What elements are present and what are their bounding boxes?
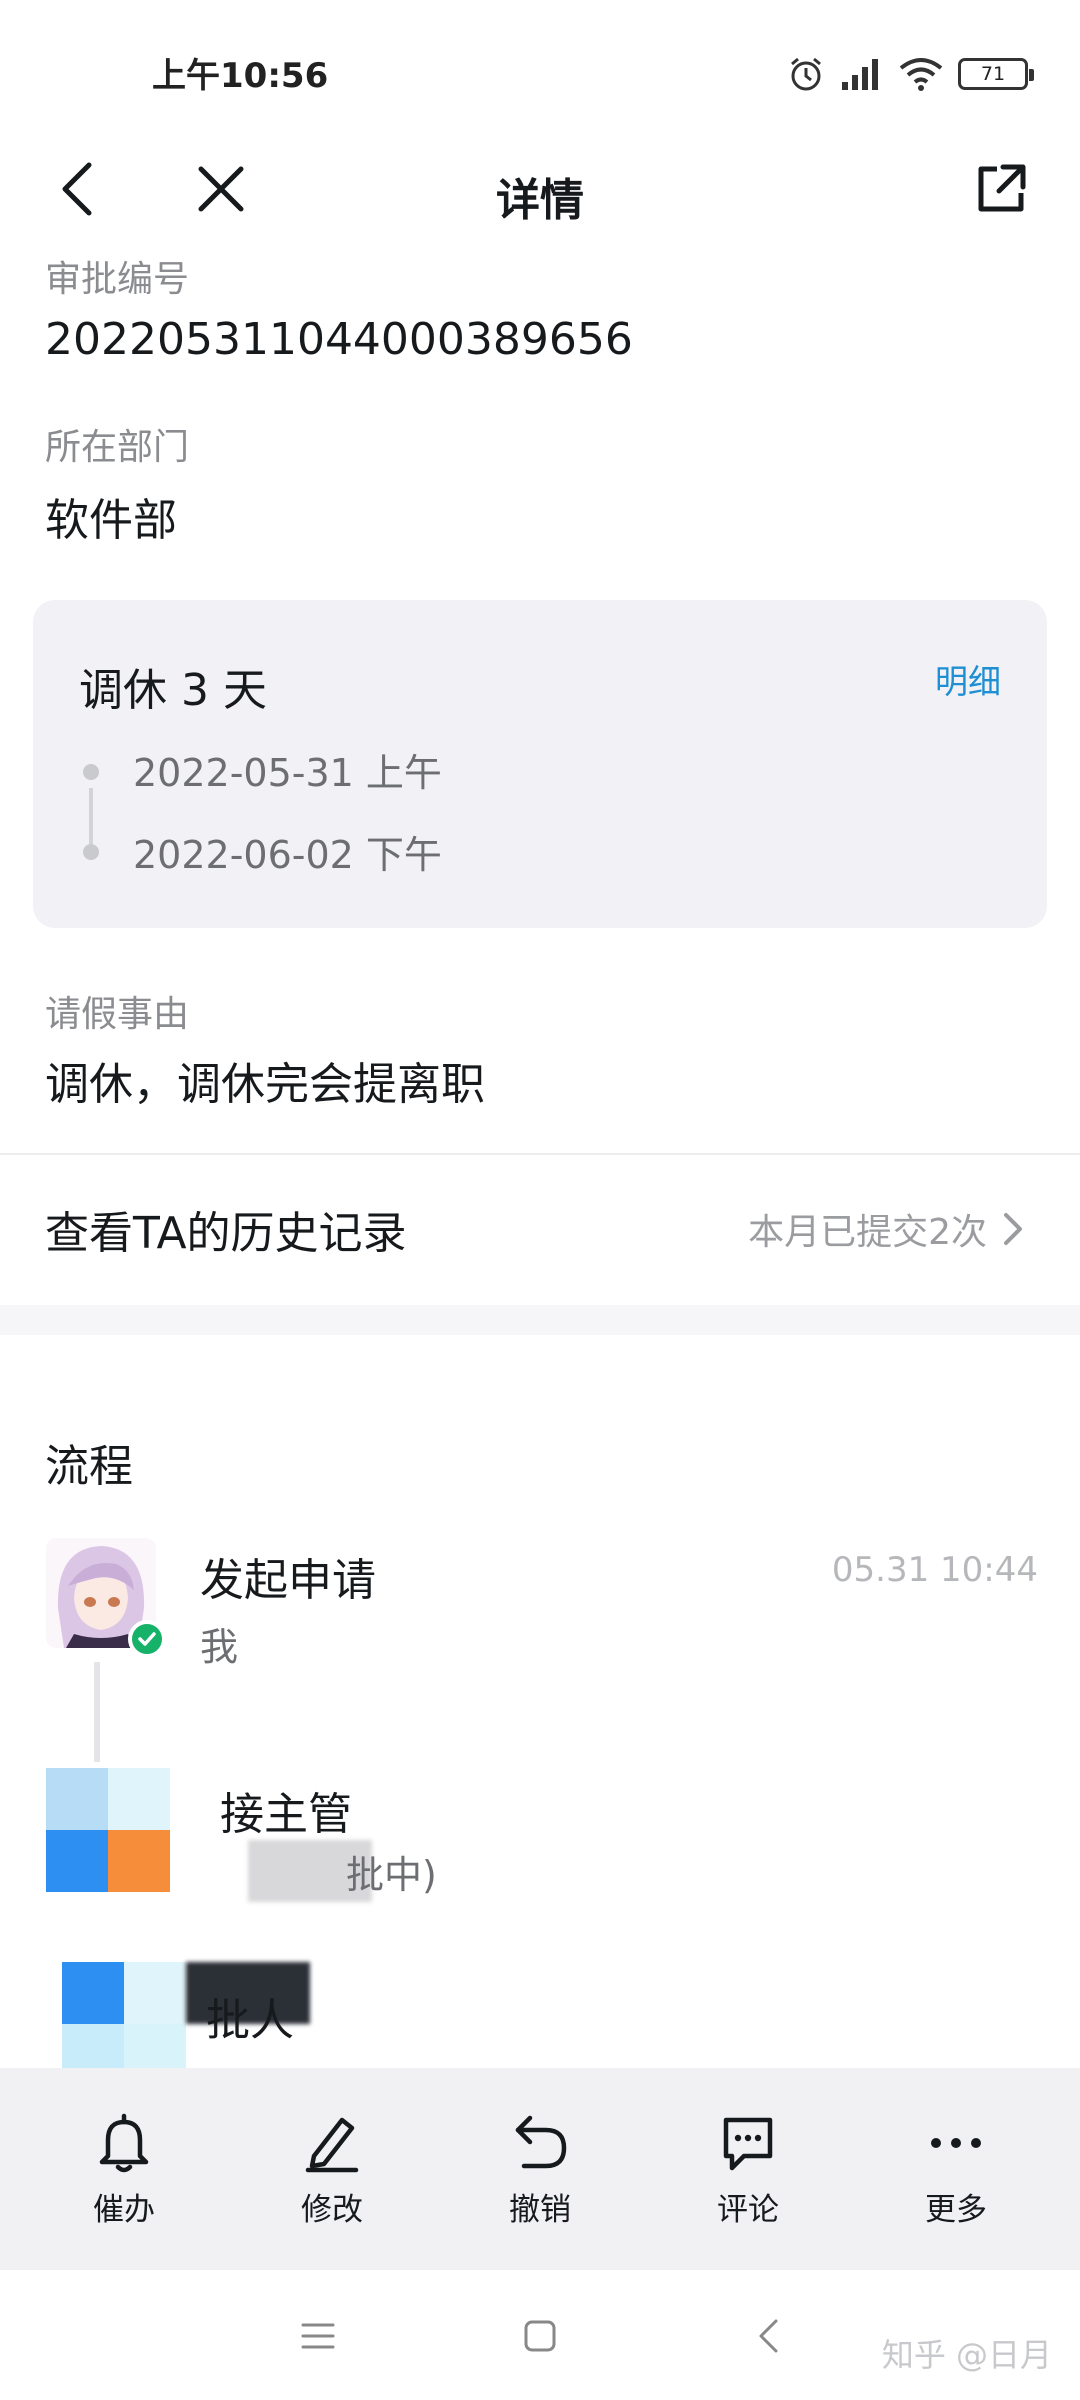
- flow-section-title: 流程: [45, 1441, 133, 1492]
- leave-detail-link[interactable]: 明细: [935, 655, 1001, 703]
- edit-label: 修改: [301, 2191, 363, 2228]
- reason-value: 调休，调休完会提离职: [45, 1059, 485, 1110]
- menu-icon: [301, 2323, 335, 2349]
- flow-connector: [94, 1662, 100, 1762]
- share-icon: [978, 164, 1026, 212]
- flow-step: 发起申请 我 05.31 10:44: [0, 1538, 1080, 1678]
- leave-type: 调休 3 天: [79, 665, 267, 716]
- edit-button[interactable]: 修改: [242, 2110, 422, 2229]
- flow-step-title: 接主管: [220, 1789, 352, 1840]
- comment-button[interactable]: 评论: [658, 2110, 838, 2229]
- pencil-icon: [297, 2110, 367, 2176]
- bottom-toolbar: 催办 修改 撤销 评论 更多: [0, 2068, 1080, 2270]
- more-icon: [921, 2110, 991, 2176]
- avatar-image: [62, 1962, 186, 2068]
- check-icon: [128, 1620, 166, 1658]
- history-row[interactable]: 查看TA的历史记录 本月已提交2次: [0, 1155, 1080, 1303]
- department-value: 软件部: [45, 495, 177, 546]
- comment-label: 评论: [717, 2191, 779, 2228]
- avatar: [46, 1768, 186, 1908]
- timeline-line: [89, 788, 93, 844]
- flow-step-time: 05.31 10:44: [831, 1550, 1038, 1590]
- flow-step-sub: 批中): [346, 1853, 437, 1897]
- leave-card: 调休 3 天 明细 2022-05-31 上午 2022-06-02 下午: [33, 600, 1047, 928]
- home-button[interactable]: [510, 2306, 570, 2366]
- nav-back-button[interactable]: [738, 2306, 798, 2366]
- share-button[interactable]: [956, 144, 1046, 234]
- urge-label: 催办: [93, 2191, 155, 2228]
- flow-step-title: 批人: [206, 1995, 294, 2046]
- revoke-button[interactable]: 撤销: [450, 2110, 630, 2229]
- timeline-end-dot: [83, 844, 99, 860]
- more-button[interactable]: 更多: [866, 2110, 1046, 2229]
- more-label: 更多: [925, 2191, 987, 2228]
- undo-icon: [505, 2110, 575, 2176]
- department-label: 所在部门: [45, 427, 190, 468]
- status-icons: 71: [786, 52, 1034, 96]
- menu-button[interactable]: [288, 2306, 348, 2366]
- comment-icon: [713, 2110, 783, 2176]
- flow-step-sub: 我: [200, 1625, 239, 1669]
- leave-start-date: 2022-05-31 上午: [133, 751, 442, 795]
- avatar-image: [46, 1768, 186, 1908]
- status-time: 上午10:56: [152, 56, 329, 96]
- wifi-icon: [899, 58, 943, 91]
- urge-button[interactable]: 催办: [34, 2110, 214, 2229]
- timeline-start-dot: [83, 764, 99, 780]
- back-nav-icon: [759, 2319, 778, 2353]
- section-divider: [0, 1305, 1080, 1335]
- history-count: 本月已提交2次: [748, 1212, 987, 1253]
- avatar: [62, 1962, 186, 2068]
- leave-end-date: 2022-06-02 下午: [133, 833, 442, 877]
- reason-label: 请假事由: [45, 994, 190, 1035]
- page-title: 详情: [496, 175, 584, 226]
- revoke-label: 撤销: [509, 2191, 571, 2228]
- watermark: 知乎 @日月: [881, 2336, 1052, 2374]
- approval-number-value: 202205311044000389656: [45, 314, 633, 365]
- battery-level: 71: [980, 63, 1006, 85]
- title-bar: 详情: [0, 130, 1080, 248]
- flow-step-title: 发起申请: [200, 1555, 376, 1606]
- signal-icon: [842, 59, 878, 90]
- history-label: 查看TA的历史记录: [45, 1208, 407, 1259]
- chevron-right-icon: [1004, 1213, 1022, 1245]
- alarm-icon: [791, 57, 821, 91]
- approval-number-label: 审批编号: [45, 259, 190, 300]
- bell-icon: [89, 2110, 159, 2176]
- battery-icon: 71: [958, 58, 1034, 90]
- flow-step: 接主管 批中): [0, 1768, 1080, 1908]
- status-bar: 上午10:56 71: [0, 0, 1080, 130]
- home-icon: [524, 2320, 556, 2352]
- system-nav-bar: 知乎 @日月: [0, 2270, 1080, 2400]
